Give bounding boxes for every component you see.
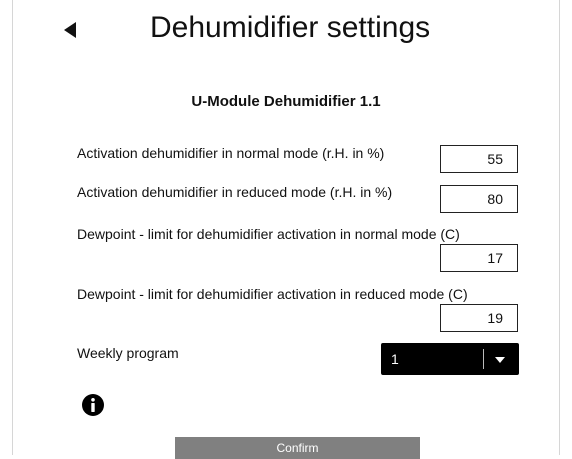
reduced-mode-activation-input[interactable]: 80 bbox=[440, 185, 518, 213]
weekly-program-label: Weekly program bbox=[77, 345, 179, 361]
dewpoint-reduced-mode-label: Dewpoint - limit for dehumidifier activa… bbox=[77, 286, 468, 302]
dewpoint-reduced-mode-input[interactable]: 19 bbox=[440, 304, 518, 332]
weekly-program-select[interactable]: 1 bbox=[381, 343, 519, 375]
dewpoint-normal-mode-label: Dewpoint - limit for dehumidifier activa… bbox=[77, 226, 460, 242]
dewpoint-normal-mode-input[interactable]: 17 bbox=[440, 244, 518, 272]
weekly-program-value: 1 bbox=[391, 351, 399, 367]
info-icon[interactable] bbox=[81, 393, 105, 417]
confirm-button[interactable]: Confirm bbox=[175, 437, 420, 459]
normal-mode-activation-label: Activation dehumidifier in normal mode (… bbox=[77, 145, 385, 161]
page-title: Dehumidifier settings bbox=[150, 11, 431, 44]
reduced-mode-activation-label: Activation dehumidifier in reduced mode … bbox=[77, 184, 393, 200]
header: Dehumidifier settings bbox=[0, 0, 572, 60]
back-arrow-icon[interactable] bbox=[62, 20, 80, 40]
module-title: U-Module Dehumidifier 1.1 bbox=[191, 93, 381, 110]
normal-mode-activation-input[interactable]: 55 bbox=[440, 145, 518, 173]
select-divider bbox=[483, 349, 484, 369]
chevron-down-icon[interactable] bbox=[493, 353, 507, 365]
